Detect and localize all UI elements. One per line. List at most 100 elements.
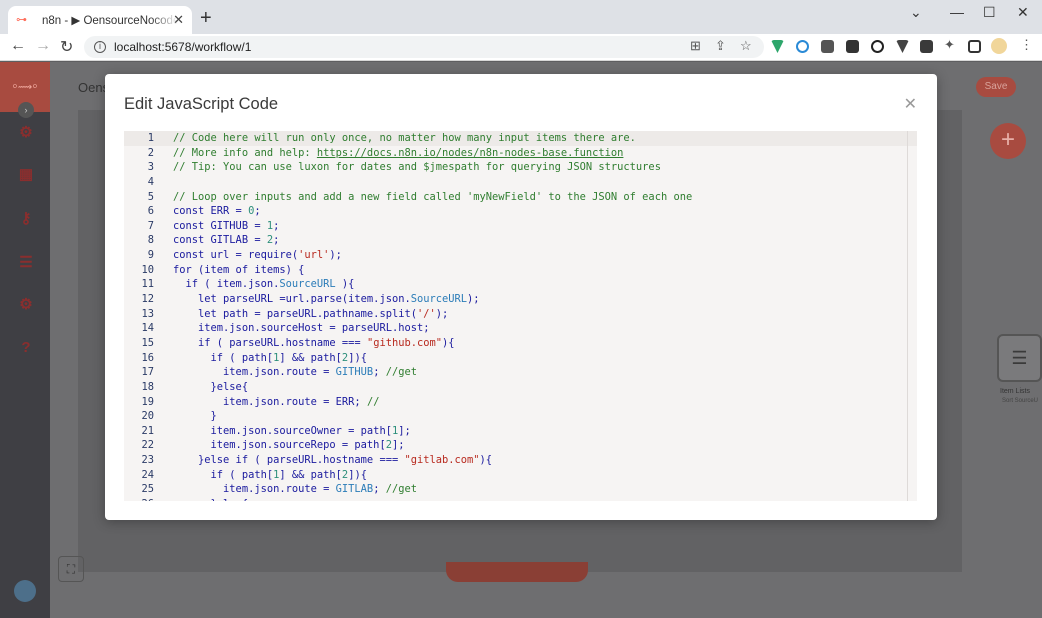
code-line[interactable]: 12 let parseURL =url.parse(item.json.Sou… xyxy=(124,292,907,307)
line-number: 1 xyxy=(147,132,154,144)
code-line[interactable]: 5// Loop over inputs and add a new field… xyxy=(124,190,907,205)
equalizer-icon[interactable] xyxy=(920,40,933,53)
code-line[interactable]: 7 const GITHUB = 1; xyxy=(124,219,907,234)
code-text[interactable]: } xyxy=(154,409,217,424)
browser-toolbar: ← → ↻ i localhost:5678/workflow/1 ⊞ ⇪ ☆ … xyxy=(0,34,1042,61)
save-button[interactable]: Save xyxy=(976,77,1016,97)
profile-avatar[interactable] xyxy=(991,38,1007,54)
address-bar[interactable]: i localhost:5678/workflow/1 xyxy=(84,36,764,58)
code-line[interactable]: 6 const ERR = 0; xyxy=(124,204,907,219)
code-text[interactable]: // Loop over inputs and add a new field … xyxy=(154,190,692,205)
code-line[interactable]: 20 } xyxy=(124,409,907,424)
code-text[interactable]: if ( item.json.SourceURL ){ xyxy=(154,277,355,292)
code-text[interactable]: // Code here will run only once, no matt… xyxy=(154,131,636,146)
side-panel-icon[interactable] xyxy=(968,40,981,53)
item-lists-node[interactable]: ☰ xyxy=(997,334,1042,382)
url-text[interactable]: localhost:5678/workflow/1 xyxy=(114,40,251,54)
block-icon[interactable] xyxy=(871,40,884,53)
code-line[interactable]: 10 for (item of items) { xyxy=(124,263,907,278)
back-icon[interactable]: ← xyxy=(10,37,26,55)
code-line[interactable]: 9 const url = require('url'); xyxy=(124,248,907,263)
code-text[interactable]: item.json.sourceHost = parseURL.host; xyxy=(154,321,429,336)
line-number: 25 xyxy=(141,483,154,496)
code-line[interactable]: 11 if ( item.json.SourceURL ){ xyxy=(124,277,907,292)
code-line[interactable]: 23 }else if ( parseURL.hostname === "git… xyxy=(124,453,907,468)
code-text[interactable]: }else{ xyxy=(154,380,249,395)
line-number: 20 xyxy=(141,410,154,423)
close-icon[interactable]: ✕ xyxy=(904,94,917,114)
code-text[interactable]: item.json.route = ERR; // xyxy=(154,395,379,410)
add-node-button[interactable]: + xyxy=(990,123,1026,159)
execute-workflow-button[interactable] xyxy=(446,562,588,582)
workflows-icon[interactable]: ⚙ xyxy=(17,124,35,142)
site-info-icon[interactable]: i xyxy=(94,41,106,53)
code-text[interactable]: let path = parseURL.pathname.split('/'); xyxy=(154,307,448,322)
maximize-icon[interactable]: ☐ xyxy=(983,4,996,21)
code-text[interactable]: // More info and help: https://docs.n8n.… xyxy=(154,146,623,161)
code-text[interactable]: }else{ xyxy=(154,497,249,501)
code-text[interactable]: const GITHUB = 1; xyxy=(154,219,279,234)
forward-icon[interactable]: → xyxy=(35,37,51,55)
code-editor[interactable]: 1// Code here will run only once, no mat… xyxy=(124,131,917,501)
zoom-to-fit-icon[interactable]: ⛶ xyxy=(58,556,84,582)
code-text[interactable]: const url = require('url'); xyxy=(154,248,342,263)
code-text[interactable]: // Tip: You can use luxon for dates and … xyxy=(154,160,661,175)
code-line[interactable]: 2// More info and help: https://docs.n8n… xyxy=(124,146,907,161)
code-line[interactable]: 21 item.json.sourceOwner = path[1]; xyxy=(124,424,907,439)
code-text[interactable]: item.json.sourceRepo = path[2]; xyxy=(154,438,405,453)
code-text[interactable] xyxy=(154,175,173,190)
user-avatar[interactable] xyxy=(14,580,36,602)
minimize-icon[interactable]: — xyxy=(950,4,964,20)
browser-menu-icon[interactable]: ⋮ xyxy=(1020,37,1033,53)
executions-list-icon[interactable]: ☰ xyxy=(17,254,35,272)
code-text[interactable]: item.json.route = GITHUB; //get xyxy=(154,365,417,380)
extension-eyedropper-icon[interactable] xyxy=(821,40,834,53)
credentials-icon[interactable]: ▦ xyxy=(17,166,35,184)
code-line[interactable]: 13 let path = parseURL.pathname.split('/… xyxy=(124,307,907,322)
browser-tab[interactable]: ⊶ n8n - ▶ OensourceNocodeLowc ✕ xyxy=(8,6,192,34)
qr-code-icon[interactable] xyxy=(846,40,859,53)
code-text[interactable]: const ERR = 0; xyxy=(154,204,261,219)
code-line[interactable]: 26 }else{ xyxy=(124,497,907,501)
code-text[interactable]: if ( path[1] && path[2]){ xyxy=(154,468,367,483)
code-text[interactable]: item.json.sourceOwner = path[1]; xyxy=(154,424,411,439)
reload-icon[interactable]: ↻ xyxy=(60,37,73,57)
key-icon[interactable]: ⚷ xyxy=(17,210,35,228)
code-text[interactable]: if ( path[1] && path[2]){ xyxy=(154,351,367,366)
tab-close-icon[interactable]: ✕ xyxy=(173,12,184,28)
extensions-puzzle-icon[interactable]: ✦ xyxy=(944,37,955,53)
code-line[interactable]: 16 if ( path[1] && path[2]){ xyxy=(124,351,907,366)
tab-search-icon[interactable]: ⌄ xyxy=(910,4,922,21)
code-area[interactable]: 1// Code here will run only once, no mat… xyxy=(124,131,907,501)
code-line[interactable]: 4 xyxy=(124,175,907,190)
code-line[interactable]: 14 item.json.sourceHost = parseURL.host; xyxy=(124,321,907,336)
filter-icon[interactable] xyxy=(896,40,909,53)
code-line[interactable]: 24 if ( path[1] && path[2]){ xyxy=(124,468,907,483)
code-text[interactable]: item.json.route = GITLAB; //get xyxy=(154,482,417,497)
bookmark-star-icon[interactable]: ☆ xyxy=(740,38,752,54)
extension-circle-icon[interactable] xyxy=(796,40,809,53)
code-text[interactable]: let parseURL =url.parse(item.json.Source… xyxy=(154,292,480,307)
code-line[interactable]: 17 item.json.route = GITHUB; //get xyxy=(124,365,907,380)
code-line[interactable]: 22 item.json.sourceRepo = path[2]; xyxy=(124,438,907,453)
code-line[interactable]: 8 const GITLAB = 2; xyxy=(124,233,907,248)
code-line[interactable]: 1// Code here will run only once, no mat… xyxy=(124,131,907,146)
code-text[interactable]: for (item of items) { xyxy=(154,263,304,278)
code-line[interactable]: 18 }else{ xyxy=(124,380,907,395)
sidebar-collapse-icon[interactable]: › xyxy=(18,102,34,118)
help-question-icon[interactable]: ? xyxy=(17,339,35,357)
code-line[interactable]: 15 if ( parseURL.hostname === "github.co… xyxy=(124,336,907,351)
code-text[interactable]: if ( parseURL.hostname === "github.com")… xyxy=(154,336,455,351)
code-text[interactable]: const GITLAB = 2; xyxy=(154,233,279,248)
new-tab-icon[interactable]: + xyxy=(200,8,212,28)
editor-scrollbar[interactable] xyxy=(907,131,917,501)
share-icon[interactable]: ⇪ xyxy=(715,38,726,54)
code-line[interactable]: 3// Tip: You can use luxon for dates and… xyxy=(124,160,907,175)
vue-devtools-icon[interactable] xyxy=(771,40,784,53)
code-text[interactable]: }else if ( parseURL.hostname === "gitlab… xyxy=(154,453,492,468)
window-close-icon[interactable]: ✕ xyxy=(1017,4,1029,21)
translate-icon[interactable]: ⊞ xyxy=(690,38,701,54)
settings-gear-icon[interactable]: ⚙ xyxy=(17,296,35,314)
code-line[interactable]: 19 item.json.route = ERR; // xyxy=(124,395,907,410)
code-line[interactable]: 25 item.json.route = GITLAB; //get xyxy=(124,482,907,497)
